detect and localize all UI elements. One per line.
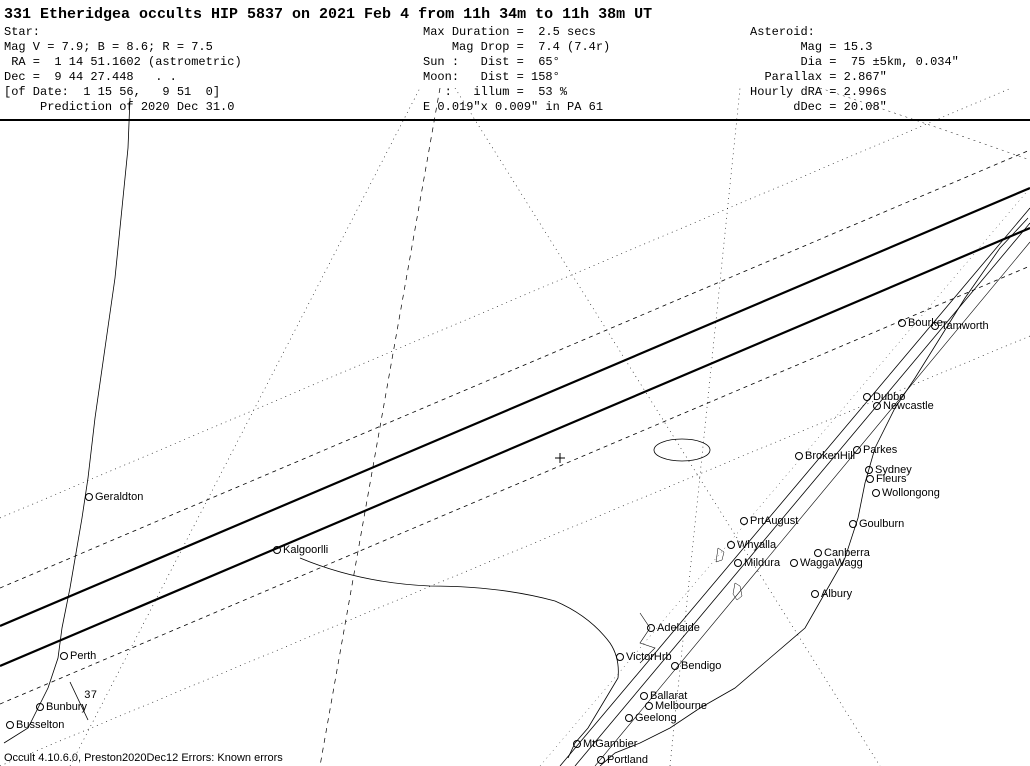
inland-feature-2 (733, 583, 742, 600)
grid-line-4 (670, 88, 740, 766)
grid-line-1 (320, 88, 440, 766)
map-title: 331 Etheridgea occults HIP 5837 on 2021 … (4, 6, 1026, 23)
map-svg (0, 88, 1030, 766)
lake-feature (654, 439, 710, 461)
coast-sa (300, 558, 618, 758)
footer-credits: Occult 4.10.6.0, Preston2020Dec12 Errors… (4, 752, 283, 764)
path-wide-north (0, 88, 1030, 518)
inland-feature-1 (716, 548, 724, 562)
time-tick-label: 37 (84, 690, 97, 702)
occultation-map: GeraldtonKalgoorlliPerthBunburyBusselton… (0, 88, 1030, 766)
grid-parallel (820, 88, 1030, 160)
path2-a (560, 208, 1030, 766)
grid-line-2 (455, 88, 880, 766)
coast-wa (4, 98, 130, 743)
centre-cross-icon (555, 453, 565, 463)
path2-outer (540, 188, 1030, 766)
grid-line-3 (70, 88, 420, 766)
coast-east (600, 218, 1028, 766)
path-wide-south (0, 336, 1030, 766)
path2-b (575, 223, 1030, 766)
path-error-north (0, 150, 1030, 588)
path-error-south (0, 266, 1030, 704)
